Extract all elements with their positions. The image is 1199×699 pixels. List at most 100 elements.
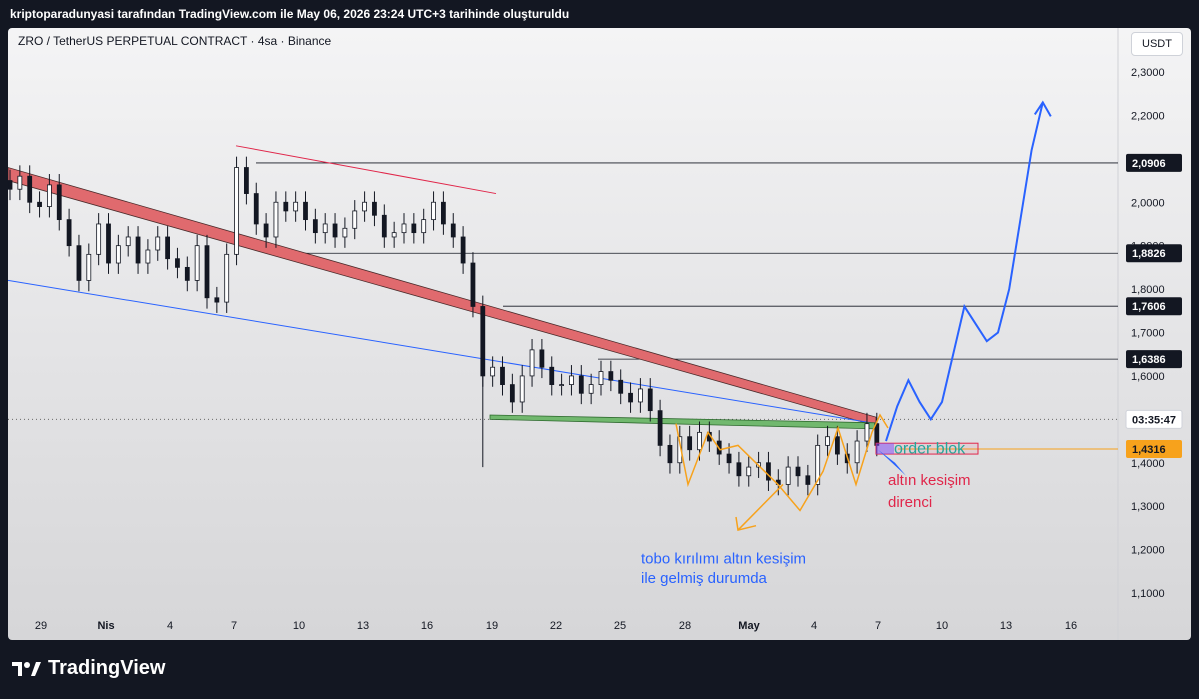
tobo-note-2: ile gelmiş durumda bbox=[641, 570, 768, 587]
candle-body bbox=[450, 223, 456, 238]
candle-body bbox=[411, 223, 417, 234]
candle-body bbox=[243, 167, 249, 194]
candle-body bbox=[322, 223, 328, 234]
candle-body bbox=[204, 245, 210, 299]
candle-body bbox=[795, 466, 801, 477]
candle-body bbox=[569, 375, 574, 385]
candle-body bbox=[27, 175, 33, 203]
candle-body bbox=[214, 297, 220, 303]
golden-cross-label-2: direnci bbox=[888, 494, 932, 511]
y-tick-label: 2,3000 bbox=[1131, 67, 1165, 79]
red-trendline bbox=[235, 145, 497, 195]
x-tick-label: 22 bbox=[550, 620, 562, 632]
price-label-text: 1,6386 bbox=[1132, 354, 1166, 366]
candle-body bbox=[697, 431, 702, 451]
candle-body bbox=[194, 245, 200, 281]
price-label-text: 03:35:47 bbox=[1132, 414, 1176, 426]
candle-body bbox=[657, 410, 663, 446]
candle-body bbox=[17, 175, 23, 190]
y-tick-label: 1,6000 bbox=[1131, 371, 1165, 383]
tradingview-logo[interactable]: TradingView bbox=[12, 657, 165, 680]
tobo-note: tobo kırılımı altın kesişim bbox=[641, 550, 806, 567]
candle-body bbox=[401, 223, 407, 234]
candle-body bbox=[500, 366, 505, 386]
candle-body bbox=[125, 236, 131, 247]
candle-body bbox=[805, 475, 811, 485]
candle-body bbox=[687, 436, 693, 451]
tradingview-logo-icon bbox=[12, 661, 41, 676]
x-tick-label: Nis bbox=[97, 620, 114, 632]
candle-body bbox=[638, 388, 643, 403]
price-label-text: 1,4316 bbox=[1132, 444, 1166, 456]
candle-body bbox=[115, 245, 121, 264]
candle-body bbox=[391, 232, 397, 238]
candle-body bbox=[726, 453, 732, 464]
candle-body bbox=[509, 384, 515, 403]
candle-body bbox=[312, 219, 318, 234]
candle-body bbox=[578, 375, 584, 394]
chart-area[interactable]: order blok altın kesişim direnci tobo kırıl… bbox=[8, 28, 1191, 640]
footer: TradingView bbox=[0, 640, 1199, 699]
y-tick-label: 1,7000 bbox=[1131, 328, 1165, 340]
order-block-marker bbox=[876, 443, 894, 455]
candle-body bbox=[184, 266, 190, 281]
candle-body bbox=[529, 349, 535, 377]
candle-body bbox=[539, 349, 545, 368]
green-support-band bbox=[489, 414, 877, 430]
candle-body bbox=[352, 210, 358, 229]
x-tick-label: 29 bbox=[35, 620, 47, 632]
candle-body bbox=[86, 253, 92, 281]
candle-body bbox=[293, 201, 299, 212]
y-tick-label: 2,2000 bbox=[1131, 110, 1165, 122]
x-tick-label: 13 bbox=[357, 620, 369, 632]
candle-body bbox=[253, 193, 259, 225]
candle-body bbox=[342, 227, 348, 238]
candle-body bbox=[746, 466, 752, 477]
candle-body bbox=[588, 384, 594, 394]
candle-body bbox=[303, 201, 308, 221]
x-tick-label: 10 bbox=[293, 620, 305, 632]
price-chart[interactable]: order blok altın kesişim direnci tobo kırıl… bbox=[8, 28, 1191, 640]
candle-body bbox=[874, 423, 880, 446]
x-tick-label: 16 bbox=[1065, 620, 1077, 632]
candle-body bbox=[76, 245, 82, 281]
x-tick-label: 4 bbox=[811, 620, 817, 632]
candle-body bbox=[66, 219, 72, 247]
price-label-text: 1,8826 bbox=[1132, 248, 1166, 260]
candle-body bbox=[175, 258, 180, 268]
y-tick-label: 2,0000 bbox=[1131, 197, 1165, 209]
candle-body bbox=[165, 236, 171, 260]
x-tick-label: 25 bbox=[614, 620, 626, 632]
candle-body bbox=[608, 371, 614, 381]
y-tick-label: 1,4000 bbox=[1131, 458, 1165, 470]
price-label-text: 1,7606 bbox=[1132, 301, 1166, 313]
candle-body bbox=[490, 366, 496, 377]
candle-body bbox=[372, 201, 377, 216]
currency-button[interactable]: USDT bbox=[1131, 32, 1183, 56]
y-tick-label: 1,3000 bbox=[1131, 501, 1165, 513]
x-tick-label: 7 bbox=[875, 620, 881, 632]
candle-body bbox=[234, 167, 239, 255]
candle-body bbox=[273, 201, 279, 238]
y-tick-label: 1,8000 bbox=[1131, 284, 1165, 296]
candle-body bbox=[37, 201, 42, 207]
y-tick-label: 1,1000 bbox=[1131, 588, 1165, 600]
x-tick-label: 19 bbox=[486, 620, 498, 632]
candle-body bbox=[835, 436, 840, 455]
candle-body bbox=[864, 423, 870, 442]
candle-body bbox=[224, 253, 230, 303]
candle-body bbox=[421, 219, 427, 234]
candle-body bbox=[440, 201, 446, 225]
candle-body bbox=[362, 201, 368, 212]
candle-body bbox=[155, 236, 161, 251]
candle-body bbox=[332, 223, 338, 238]
candle-body bbox=[598, 371, 604, 386]
candle-body bbox=[618, 379, 624, 394]
candle-body bbox=[283, 201, 289, 212]
candle-body bbox=[628, 392, 633, 403]
y-tick-label: 1,2000 bbox=[1131, 545, 1165, 557]
x-tick-label: 16 bbox=[421, 620, 433, 632]
brand-name: TradingView bbox=[48, 657, 166, 679]
x-tick-label: 7 bbox=[231, 620, 237, 632]
candle-body bbox=[667, 444, 673, 464]
